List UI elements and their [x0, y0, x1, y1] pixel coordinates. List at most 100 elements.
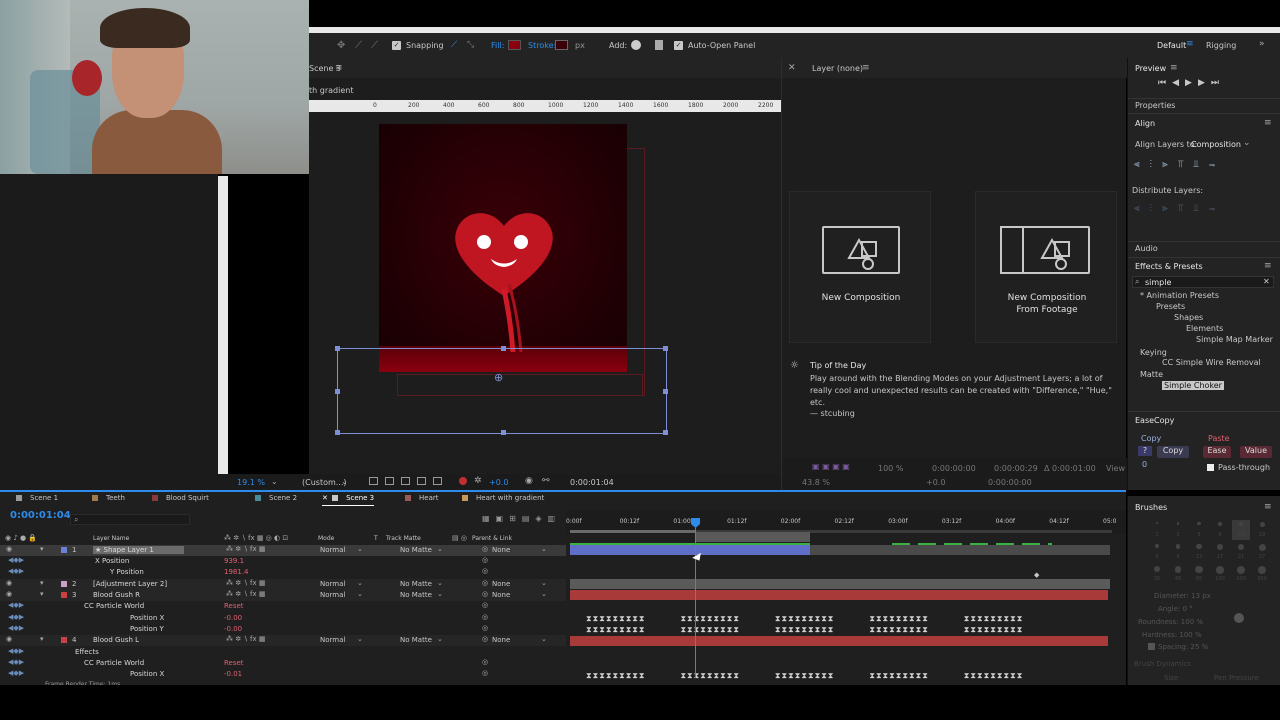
- layer-row[interactable]: ◉ ▾ 3 Blood Gush R ⁂ ✲ ∖ fx ▦ Normal ⌄ No Matte…: [0, 590, 566, 601]
- layer-name[interactable]: [Adjustment Layer 2]: [93, 580, 167, 588]
- layer-row[interactable]: ◀◆▶ Position X -0.00 ◎: [0, 613, 566, 624]
- visibility-eye-icon[interactable]: ◉: [6, 590, 12, 598]
- track-matte-select[interactable]: No Matte: [400, 546, 432, 554]
- col-mode[interactable]: Mode: [318, 535, 334, 542]
- timeline-current-time[interactable]: 0:00:01:04: [10, 510, 71, 521]
- position-y-keyframes[interactable]: ⧗⧗⧗⧗⧗⧗⧗⧗⧗ ⧗⧗⧗⧗⧗⧗⧗⧗⧗ ⧗⧗⧗⧗⧗⧗⧗⧗⧗ ⧗⧗⧗⧗⧗⧗⧗⧗⧗ …: [586, 625, 1023, 635]
- brush-tip[interactable]: 5: [1148, 542, 1166, 562]
- tree-item[interactable]: * Animation Presets: [1140, 291, 1219, 300]
- timeline-switch-icons[interactable]: ▦▣⊞▤◈▥: [482, 514, 561, 523]
- brush-tip[interactable]: 100: [1211, 564, 1229, 584]
- pin-tool-icon[interactable]: ⟋: [355, 40, 362, 51]
- property-value[interactable]: -0.01: [224, 670, 242, 678]
- add-menu-icon[interactable]: [631, 40, 641, 50]
- snap-option-2-icon[interactable]: ⤡: [467, 40, 474, 50]
- brush-tip[interactable]: 3: [1169, 520, 1187, 540]
- keyframe-nav-icon[interactable]: ◀◆▶: [8, 669, 24, 677]
- pick-whip-icon[interactable]: ◎: [482, 635, 488, 643]
- stroke-width-px[interactable]: px: [575, 41, 585, 50]
- brush-tip[interactable]: 35: [1148, 564, 1166, 584]
- brush-diameter[interactable]: Diameter: 13 px: [1154, 592, 1211, 600]
- keyframe-nav-icon[interactable]: ◀◆▶: [8, 658, 24, 666]
- layer-footer-exposure[interactable]: +0.0: [926, 478, 945, 487]
- easecopy-header[interactable]: EaseCopy: [1135, 416, 1174, 425]
- layer-footer-view[interactable]: View: [1106, 464, 1125, 473]
- mode-dropdown-icon[interactable]: ⌄: [357, 635, 363, 643]
- stopwatch-icon[interactable]: ◎: [482, 601, 488, 609]
- snap-option-icon[interactable]: ⟋: [451, 40, 457, 50]
- audio-header[interactable]: Audio: [1135, 244, 1158, 253]
- keyframe-nav-icon[interactable]: ◀◆▶: [8, 556, 24, 564]
- brush-tip[interactable]: 13: [1232, 520, 1250, 540]
- mode-dropdown-icon[interactable]: ⌄: [357, 579, 363, 587]
- brush-tip[interactable]: 5: [1190, 520, 1208, 540]
- workspace-default-tab[interactable]: Default: [1157, 41, 1186, 50]
- channel-red-icon[interactable]: [459, 477, 467, 485]
- visibility-eye-icon[interactable]: ◉: [6, 635, 12, 643]
- brush-tip[interactable]: 300: [1253, 564, 1271, 584]
- playhead-line[interactable]: [695, 528, 696, 678]
- snapping-checkbox[interactable]: ✓: [392, 41, 401, 50]
- layer-name[interactable]: Position Y: [130, 625, 164, 633]
- effects-search-field[interactable]: ⌕ simple ✕: [1132, 276, 1274, 288]
- layer-row[interactable]: ◀◆▶ CC Particle World Reset ◎: [0, 658, 566, 669]
- clear-search-icon[interactable]: ✕: [1263, 277, 1270, 286]
- visibility-eye-icon[interactable]: ◉: [6, 545, 12, 553]
- layer-name[interactable]: Effects: [75, 648, 99, 656]
- layer-switches[interactable]: ⁂ ✲ ∖ fx ▦: [226, 545, 265, 553]
- brush-roundness[interactable]: Roundness: 100 %: [1138, 618, 1203, 626]
- transparency-grid-icon[interactable]: [385, 477, 394, 485]
- tree-item[interactable]: Elements: [1186, 324, 1223, 333]
- pass-through-checkbox[interactable]: [1207, 464, 1214, 471]
- close-tab-icon[interactable]: ✕: [322, 494, 330, 502]
- parent-select[interactable]: None: [492, 636, 510, 644]
- brush-spacing[interactable]: Spacing: 25 %: [1158, 643, 1208, 651]
- brush-tip[interactable]: 19: [1253, 520, 1271, 540]
- parent-select[interactable]: None: [492, 546, 510, 554]
- layer-footer-duration[interactable]: Δ 0:00:01:00: [1044, 464, 1096, 473]
- zoom-value[interactable]: 19.1 %: [237, 478, 265, 487]
- stroke-swatch[interactable]: [555, 40, 568, 50]
- layer-name[interactable]: Y Position: [110, 568, 144, 576]
- layer-row[interactable]: ◀◆▶ CC Particle World Reset ◎: [0, 601, 566, 612]
- stopwatch-icon[interactable]: ◎: [482, 669, 488, 677]
- properties-header[interactable]: Properties: [1135, 101, 1175, 110]
- property-value[interactable]: -0.00: [224, 625, 242, 633]
- parent-dropdown-icon[interactable]: ⌄: [541, 579, 547, 587]
- shape-layer-1-bar-active[interactable]: [570, 545, 810, 555]
- fill-swatch[interactable]: [508, 40, 521, 50]
- resolution-dropdown-icon[interactable]: ⌄: [341, 477, 348, 486]
- comp-breadcrumb[interactable]: th gradient: [309, 86, 353, 95]
- region-of-interest-icon[interactable]: [369, 477, 378, 485]
- preview-header[interactable]: Preview: [1135, 64, 1166, 73]
- brush-tip[interactable]: 200: [1232, 564, 1250, 584]
- parent-dropdown-icon[interactable]: ⌄: [541, 635, 547, 643]
- layer-footer-timecode[interactable]: 0:00:00:00: [988, 478, 1032, 487]
- brush-tip[interactable]: 9: [1169, 542, 1187, 562]
- brush-tip[interactable]: 17: [1211, 542, 1229, 562]
- brush-tip[interactable]: 21: [1232, 542, 1250, 562]
- brush-tip[interactable]: 9: [1211, 520, 1229, 540]
- tree-item[interactable]: Shapes: [1174, 313, 1203, 322]
- workspace-more-icon[interactable]: »: [1259, 39, 1265, 49]
- preview-controls[interactable]: ⏮◀▶▶⏭: [1158, 78, 1225, 88]
- tree-item[interactable]: Matte: [1140, 370, 1163, 379]
- stopwatch-icon[interactable]: ◎: [482, 613, 488, 621]
- track-matte-select[interactable]: No Matte: [400, 636, 432, 644]
- keyframe-nav-icon[interactable]: ◀◆▶: [8, 647, 24, 655]
- anchor-point-icon[interactable]: ⊕: [494, 371, 503, 384]
- layer-name[interactable]: CC Particle World: [84, 659, 144, 667]
- property-value[interactable]: Reset: [224, 602, 244, 610]
- layer-footer-out[interactable]: 0:00:00:29: [994, 464, 1038, 473]
- pick-whip-icon[interactable]: ◎: [482, 590, 488, 598]
- blood-gush-l-bar[interactable]: [570, 636, 1108, 646]
- stopwatch-icon[interactable]: ◎: [482, 658, 488, 666]
- parent-select[interactable]: None: [492, 591, 510, 599]
- timeline-tab[interactable]: ✕ Scene 3: [322, 494, 375, 506]
- preview-menu-icon[interactable]: ≡: [1170, 63, 1178, 73]
- new-composition-button[interactable]: New Composition: [789, 191, 931, 343]
- layer-row[interactable]: ◀◆▶ Y Position 1981.4 ◎: [0, 567, 566, 578]
- hand-tool-icon[interactable]: ✥: [337, 40, 349, 52]
- keyframe-nav-icon[interactable]: ◀◆▶: [8, 601, 24, 609]
- easecopy-ease-button[interactable]: Ease: [1203, 446, 1231, 458]
